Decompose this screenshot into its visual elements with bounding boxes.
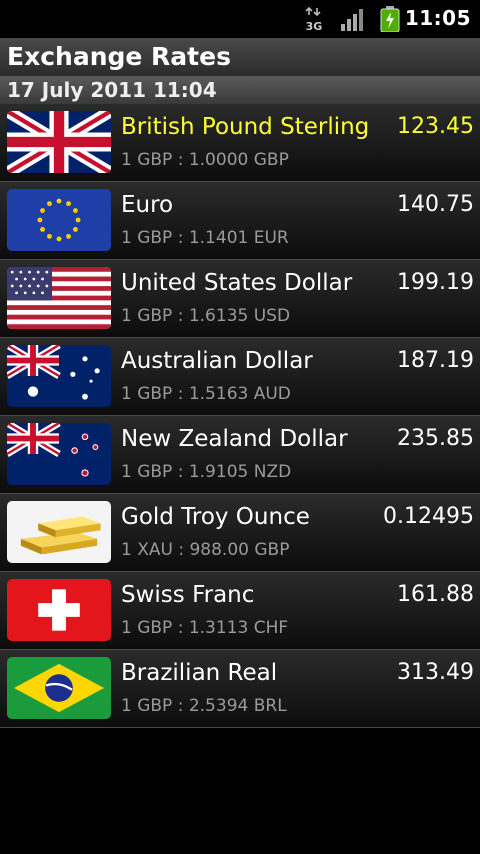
exchange-rate: 1 GBP : 1.6135 USD [121, 306, 291, 326]
currency-row-eur[interactable]: Euro 140.75 1 GBP : 1.1401 EUR [0, 182, 480, 260]
currency-row-chf[interactable]: Swiss Franc 161.88 1 GBP : 1.3113 CHF [0, 572, 480, 650]
svg-text:3G: 3G [306, 20, 323, 32]
update-timestamp: 17 July 2011 11:04 [7, 78, 217, 102]
exchange-rate: 1 GBP : 1.1401 EUR [121, 228, 289, 248]
currency-name: United States Dollar [121, 270, 353, 296]
currency-value: 123.45 [397, 114, 474, 139]
currency-name: Gold Troy Ounce [121, 504, 310, 530]
exchange-rate: 1 GBP : 1.9105 NZD [121, 462, 292, 482]
currency-value: 235.85 [397, 426, 474, 451]
currency-value: 0.12495 [383, 504, 474, 529]
3g-data-icon: 3G [305, 6, 323, 32]
currency-row-gbp[interactable]: British Pound Sterling 123.45 1 GBP : 1.… [0, 104, 480, 182]
currency-row-usd[interactable]: United States Dollar 199.19 1 GBP : 1.61… [0, 260, 480, 338]
currency-name: New Zealand Dollar [121, 426, 348, 452]
eu-flag-icon [7, 189, 111, 251]
australia-flag-icon [7, 345, 111, 407]
currency-row-brl[interactable]: Brazilian Real 313.49 1 GBP : 2.5394 BRL [0, 650, 480, 728]
currency-row-aud[interactable]: Australian Dollar 187.19 1 GBP : 1.5163 … [0, 338, 480, 416]
currency-value: 199.19 [397, 270, 474, 295]
signal-strength-icon [341, 9, 363, 31]
date-bar: 17 July 2011 11:04 [0, 76, 480, 104]
exchange-rate: 1 GBP : 2.5394 BRL [121, 696, 287, 716]
new-zealand-flag-icon [7, 423, 111, 485]
currency-name: Swiss Franc [121, 582, 255, 608]
currency-name: Euro [121, 192, 174, 218]
exchange-rate: 1 GBP : 1.3113 CHF [121, 618, 289, 638]
brazil-flag-icon [7, 657, 111, 719]
currency-list: British Pound Sterling 123.45 1 GBP : 1.… [0, 104, 480, 728]
battery-charging-icon [380, 6, 400, 32]
currency-value: 313.49 [397, 660, 474, 685]
currency-name: Brazilian Real [121, 660, 278, 686]
exchange-rate: 1 GBP : 1.0000 GBP [121, 150, 289, 170]
currency-name: Australian Dollar [121, 348, 313, 374]
currency-name: British Pound Sterling [121, 114, 370, 140]
title-bar: Exchange Rates [0, 38, 480, 77]
clock: 11:05 [404, 6, 471, 30]
currency-row-nzd[interactable]: New Zealand Dollar 235.85 1 GBP : 1.9105… [0, 416, 480, 494]
exchange-rate: 1 GBP : 1.5163 AUD [121, 384, 291, 404]
us-flag-icon [7, 267, 111, 329]
gold-bars-icon [7, 501, 111, 563]
page-title: Exchange Rates [7, 42, 231, 71]
swiss-flag-icon [7, 579, 111, 641]
currency-value: 140.75 [397, 192, 474, 217]
exchange-rate: 1 XAU : 988.00 GBP [121, 540, 290, 560]
currency-value: 187.19 [397, 348, 474, 373]
uk-flag-icon [7, 111, 111, 173]
status-bar: 3G 11:05 [0, 0, 480, 38]
currency-value: 161.88 [397, 582, 474, 607]
currency-row-xau[interactable]: Gold Troy Ounce 0.12495 1 XAU : 988.00 G… [0, 494, 480, 572]
